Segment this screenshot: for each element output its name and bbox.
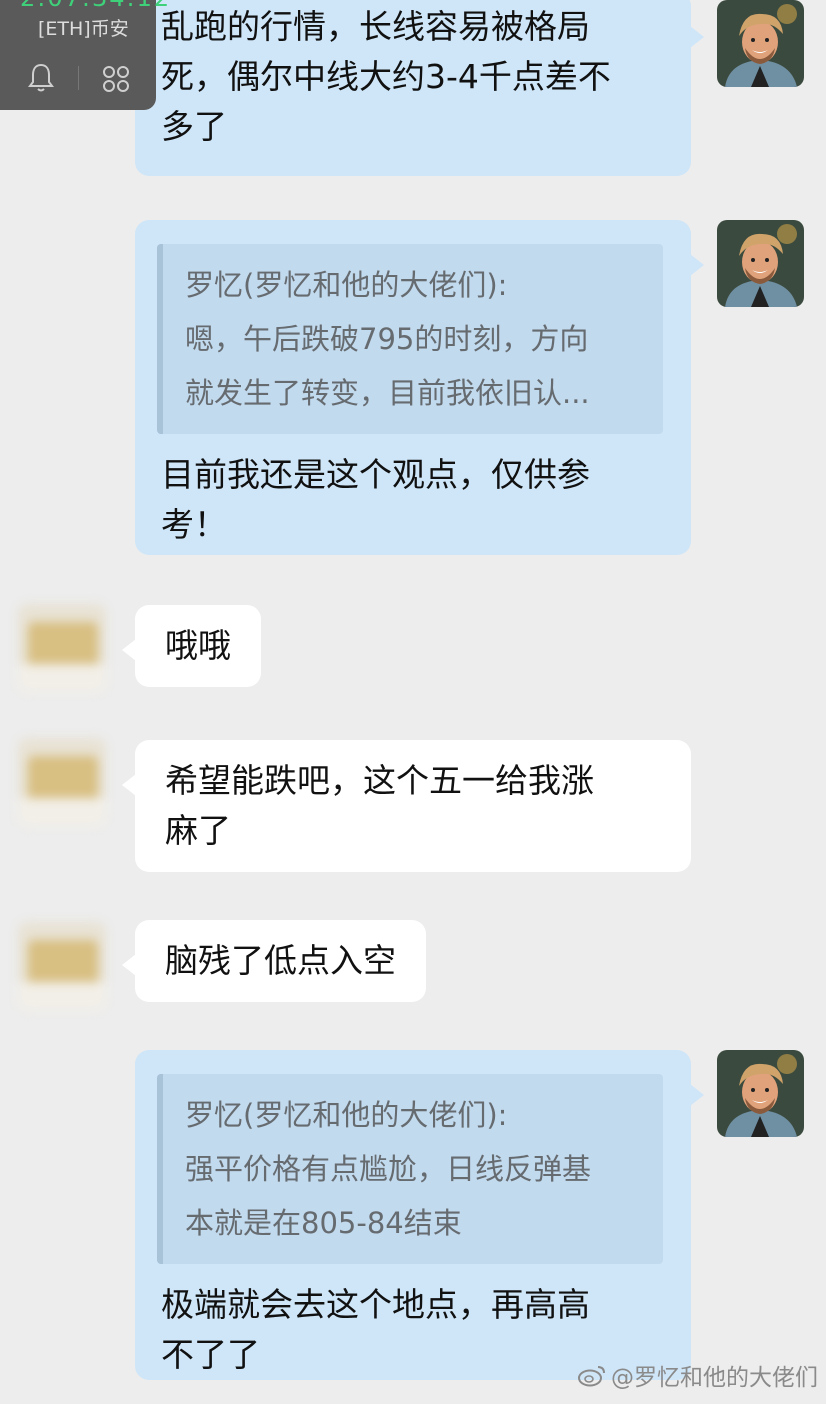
quoted-message[interactable]: 罗忆(罗忆和他的大佬们): 嗯，午后跌破795的时刻，方向 就发生了转变，目前我…: [157, 244, 663, 434]
quoted-message[interactable]: 罗忆(罗忆和他的大佬们): 强平价格有点尴尬，日线反弹基 本就是在805-84结…: [157, 1074, 663, 1264]
widget-label: [ETH]币安: [38, 18, 129, 40]
message-line: 多了: [161, 107, 227, 146]
message-line: 哦哦: [165, 626, 231, 665]
weibo-logo-icon: [578, 1366, 605, 1387]
avatar-illustration: [717, 1050, 804, 1137]
grid-menu-icon[interactable]: [101, 64, 131, 94]
floating-price-widget[interactable]: 2:07:34:12 [ETH]币安: [0, 0, 169, 110]
message-bubble-self[interactable]: 罗忆(罗忆和他的大佬们): 强平价格有点尴尬，日线反弹基 本就是在805-84结…: [135, 1050, 704, 1380]
quote-author: 罗忆(罗忆和他的大佬们):: [185, 268, 508, 302]
message-line: 考！: [161, 505, 227, 544]
message-line: 脑残了低点入空: [165, 941, 396, 980]
avatar-other[interactable]: [18, 738, 106, 826]
quote-author: 罗忆(罗忆和他的大佬们):: [185, 1098, 508, 1132]
widget-divider: [78, 66, 79, 90]
quote-line: 强平价格有点尴尬，日线反弹基: [185, 1152, 592, 1186]
message-line: 极端就会去这个地点，再高高: [161, 1285, 590, 1324]
chat-area: 乱跑的行情，长线容易被格局 死，偶尔中线大约3-4千点差不 多了 罗忆(罗忆和他…: [0, 0, 826, 1404]
quote-line: 本就是在805-84结束: [185, 1206, 462, 1240]
avatar-illustration: [717, 220, 804, 307]
message-line: 死，偶尔中线大约3-4千点差不: [161, 57, 611, 96]
avatar-other[interactable]: [18, 604, 106, 692]
message-bubble-self[interactable]: 罗忆(罗忆和他的大佬们): 嗯，午后跌破795的时刻，方向 就发生了转变，目前我…: [135, 220, 704, 555]
message-bubble-other[interactable]: 脑残了低点入空: [122, 920, 426, 1002]
quote-line: 嗯，午后跌破795的时刻，方向: [185, 322, 589, 356]
message-line: 希望能跌吧，这个五一给我涨: [165, 761, 594, 800]
avatar-blurred: [18, 922, 106, 1010]
message-bubble-self[interactable]: 乱跑的行情，长线容易被格局 死，偶尔中线大约3-4千点差不 多了: [135, 0, 704, 176]
avatar-self[interactable]: [717, 0, 804, 87]
watermark-text: @罗忆和他的大佬们: [611, 1365, 818, 1391]
quote-line: 就发生了转变，目前我依旧认...: [185, 376, 590, 410]
watermark: @罗忆和他的大佬们: [577, 1358, 818, 1392]
widget-timer: 2:07:34:12: [20, 0, 171, 12]
avatar-other[interactable]: [18, 922, 106, 1010]
avatar-self[interactable]: [717, 220, 804, 307]
avatar-illustration: [717, 0, 804, 87]
avatar-blurred: [18, 604, 106, 692]
avatar-blurred: [18, 738, 106, 826]
avatar-self[interactable]: [717, 1050, 804, 1137]
message-bubble-other[interactable]: 希望能跌吧，这个五一给我涨 麻了: [122, 740, 691, 872]
message-line: 目前我还是这个观点，仅供参: [161, 455, 590, 494]
message-bubble-other[interactable]: 哦哦: [122, 605, 261, 687]
message-line: 乱跑的行情，长线容易被格局: [161, 7, 590, 46]
bell-icon[interactable]: [26, 62, 56, 94]
message-line: 麻了: [165, 811, 231, 850]
